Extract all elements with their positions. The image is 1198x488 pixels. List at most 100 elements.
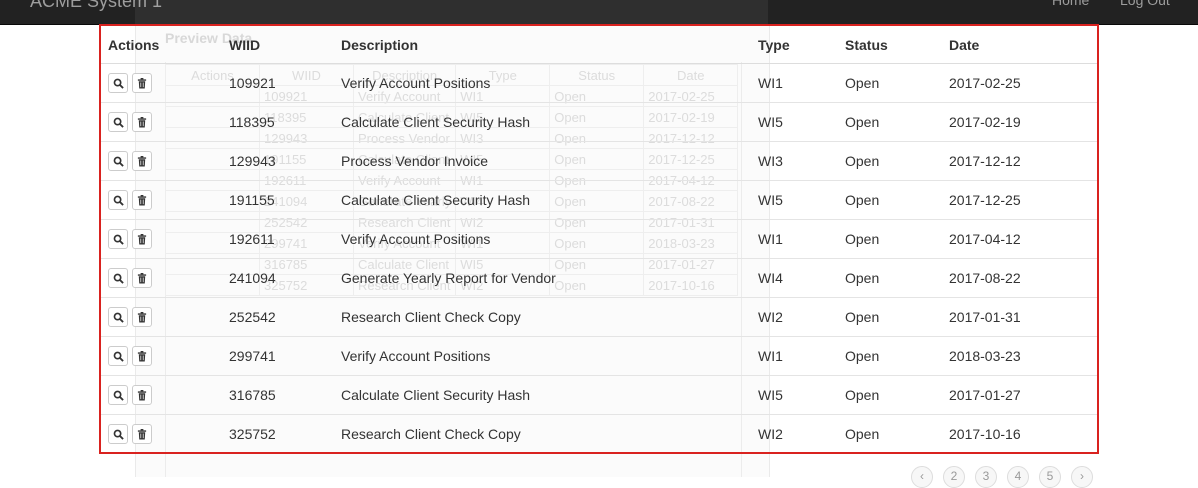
view-button[interactable] xyxy=(108,73,128,93)
nav-home-link[interactable]: Home xyxy=(1052,0,1089,8)
trash-icon xyxy=(137,389,147,401)
cell-type: WI1 xyxy=(758,219,845,259)
view-button[interactable] xyxy=(108,424,128,444)
cell-type: WI4 xyxy=(758,258,845,298)
cell-description: Calculate Client Security Hash xyxy=(341,180,758,220)
row-actions xyxy=(101,375,229,415)
cell-wiid: 192611 xyxy=(229,219,341,259)
row-actions xyxy=(101,336,229,376)
row-actions xyxy=(101,414,229,453)
table-row: 109921 Verify Account Positions WI1 Open 201… xyxy=(101,63,1097,103)
search-icon xyxy=(113,312,124,323)
cell-description: Verify Account Positions xyxy=(341,219,758,259)
table-row: 325752 Research Client Check Copy WI2 Open 2… xyxy=(101,414,1097,453)
row-actions xyxy=(101,180,229,220)
navbar-overlay-shadow xyxy=(135,0,768,24)
cell-status: Open xyxy=(845,102,949,142)
delete-button[interactable] xyxy=(132,112,152,132)
row-actions xyxy=(101,258,229,298)
cell-description: Generate Yearly Report for Vendor xyxy=(341,258,758,298)
page-button[interactable]: 4 xyxy=(1007,466,1029,488)
search-icon xyxy=(113,78,124,89)
cell-type: WI5 xyxy=(758,180,845,220)
cell-wiid: 118395 xyxy=(229,102,341,142)
page-button[interactable]: 5 xyxy=(1039,466,1061,488)
search-icon xyxy=(113,156,124,167)
row-actions xyxy=(101,63,229,103)
delete-button[interactable] xyxy=(132,385,152,405)
cell-wiid: 316785 xyxy=(229,375,341,415)
delete-button[interactable] xyxy=(132,190,152,210)
cell-date: 2017-02-25 xyxy=(949,63,1097,103)
table-row: 191155 Calculate Client Security Hash WI5 O… xyxy=(101,180,1097,220)
table-row: 118395 Calculate Client Security Hash WI5 O… xyxy=(101,102,1097,142)
cell-type: WI3 xyxy=(758,141,845,181)
row-actions xyxy=(101,297,229,337)
cell-description: Process Vendor Invoice xyxy=(341,141,758,181)
trash-icon xyxy=(137,155,147,167)
trash-icon xyxy=(137,233,147,245)
page-button[interactable]: ‹ xyxy=(911,466,933,488)
top-navbar: ACME System 1 Home Log Out xyxy=(0,0,1198,25)
cell-wiid: 252542 xyxy=(229,297,341,337)
col-header-description[interactable]: Description xyxy=(341,26,758,64)
cell-wiid: 241094 xyxy=(229,258,341,298)
work-items-panel: Actions WIID Description Type Status Dat… xyxy=(99,24,1099,454)
col-header-wiid[interactable]: WIID xyxy=(229,26,341,64)
cell-type: WI2 xyxy=(758,297,845,337)
cell-date: 2017-08-22 xyxy=(949,258,1097,298)
table-row: 299741 Verify Account Positions WI1 Open 201… xyxy=(101,336,1097,376)
cell-description: Research Client Check Copy xyxy=(341,297,758,337)
cell-status: Open xyxy=(845,258,949,298)
delete-button[interactable] xyxy=(132,268,152,288)
col-header-type[interactable]: Type xyxy=(758,26,845,64)
table-row: 129943 Process Vendor Invoice WI3 Open 2017-… xyxy=(101,141,1097,181)
col-header-date[interactable]: Date xyxy=(949,26,1097,64)
view-button[interactable] xyxy=(108,112,128,132)
cell-date: 2017-12-12 xyxy=(949,141,1097,181)
table-row: 316785 Calculate Client Security Hash WI5 O… xyxy=(101,375,1097,415)
view-button[interactable] xyxy=(108,151,128,171)
col-header-status[interactable]: Status xyxy=(845,26,949,64)
work-items-table: Actions WIID Description Type Status Dat… xyxy=(101,26,1097,453)
view-button[interactable] xyxy=(108,346,128,366)
cell-description: Verify Account Positions xyxy=(341,336,758,376)
page-button[interactable]: 2 xyxy=(943,466,965,488)
nav-logout-link[interactable]: Log Out xyxy=(1120,0,1170,8)
cell-status: Open xyxy=(845,141,949,181)
table-row: 241094 Generate Yearly Report for Vendor W… xyxy=(101,258,1097,298)
page-button[interactable]: 3 xyxy=(975,466,997,488)
view-button[interactable] xyxy=(108,229,128,249)
view-button[interactable] xyxy=(108,307,128,327)
table-row: 192611 Verify Account Positions WI1 Open 201… xyxy=(101,219,1097,259)
cell-date: 2018-03-23 xyxy=(949,336,1097,376)
row-actions xyxy=(101,102,229,142)
cell-description: Verify Account Positions xyxy=(341,63,758,103)
page-button[interactable]: › xyxy=(1071,466,1093,488)
delete-button[interactable] xyxy=(132,346,152,366)
cell-description: Calculate Client Security Hash xyxy=(341,102,758,142)
cell-status: Open xyxy=(845,180,949,220)
row-actions xyxy=(101,141,229,181)
view-button[interactable] xyxy=(108,190,128,210)
search-icon xyxy=(113,351,124,362)
view-button[interactable] xyxy=(108,385,128,405)
search-icon xyxy=(113,117,124,128)
delete-button[interactable] xyxy=(132,307,152,327)
cell-type: WI2 xyxy=(758,414,845,453)
view-button[interactable] xyxy=(108,268,128,288)
delete-button[interactable] xyxy=(132,151,152,171)
cell-description: Calculate Client Security Hash xyxy=(341,375,758,415)
cell-date: 2017-01-31 xyxy=(949,297,1097,337)
delete-button[interactable] xyxy=(132,424,152,444)
cell-wiid: 191155 xyxy=(229,180,341,220)
row-actions xyxy=(101,219,229,259)
cell-type: WI5 xyxy=(758,375,845,415)
cell-date: 2017-04-12 xyxy=(949,219,1097,259)
search-icon xyxy=(113,273,124,284)
cell-date: 2017-02-19 xyxy=(949,102,1097,142)
delete-button[interactable] xyxy=(132,229,152,249)
delete-button[interactable] xyxy=(132,73,152,93)
trash-icon xyxy=(137,116,147,128)
search-icon xyxy=(113,195,124,206)
